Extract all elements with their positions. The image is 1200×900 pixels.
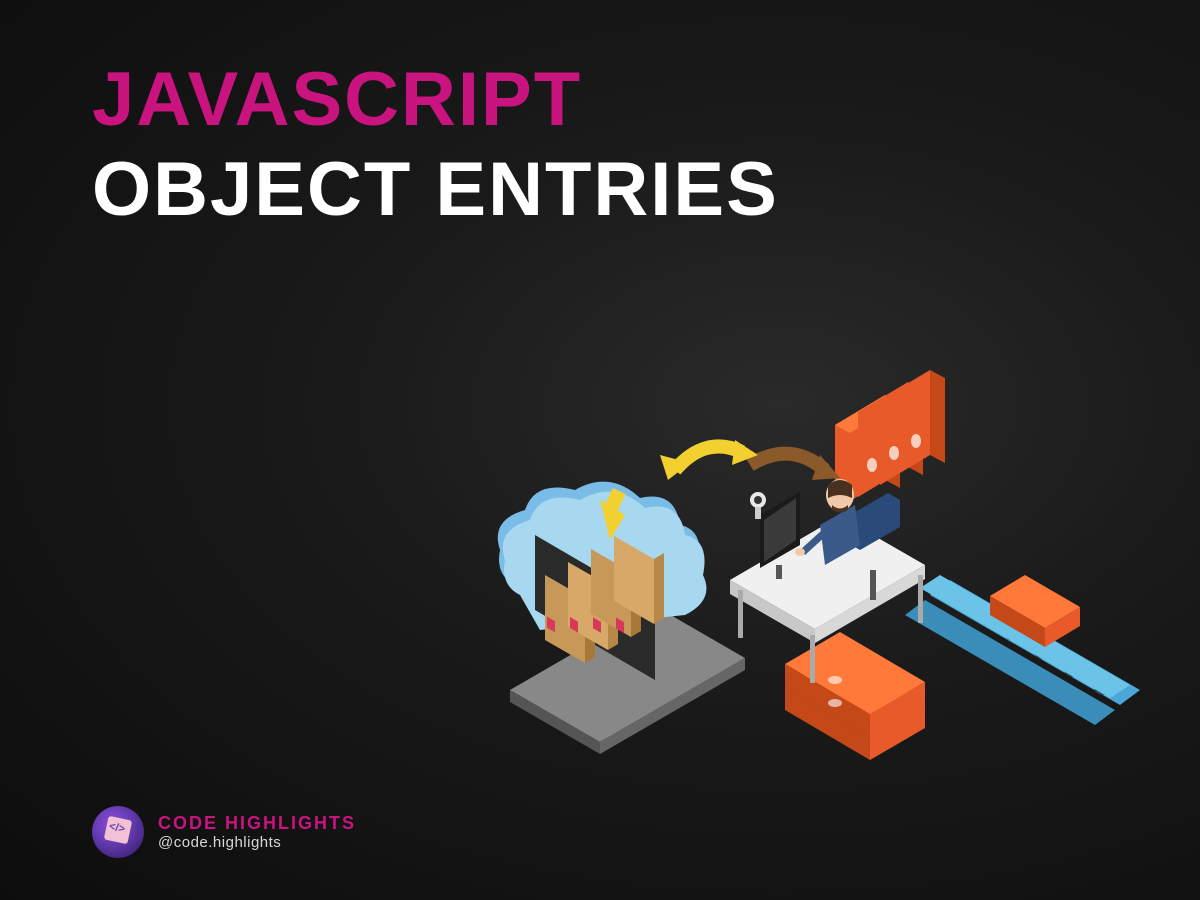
- title-block: JAVASCRIPT OBJECT ENTRIES: [92, 62, 779, 228]
- brand-avatar-icon: [92, 806, 144, 858]
- arrow-yellow-top-icon: [660, 440, 758, 480]
- brand-text-block: CODE HIGHLIGHTS @code.highlights: [158, 813, 356, 851]
- brand-footer: CODE HIGHLIGHTS @code.highlights: [92, 806, 356, 858]
- laptop-cloud: [480, 482, 745, 754]
- title-line-2: OBJECT ENTRIES: [92, 152, 779, 228]
- title-line-1: JAVASCRIPT: [92, 62, 779, 138]
- hero-illustration: [480, 350, 1160, 790]
- binders-stack-bottom: [785, 632, 925, 760]
- brand-handle: @code.highlights: [158, 834, 356, 851]
- brand-name: CODE HIGHLIGHTS: [158, 813, 356, 834]
- arrow-brown-icon: [750, 454, 840, 480]
